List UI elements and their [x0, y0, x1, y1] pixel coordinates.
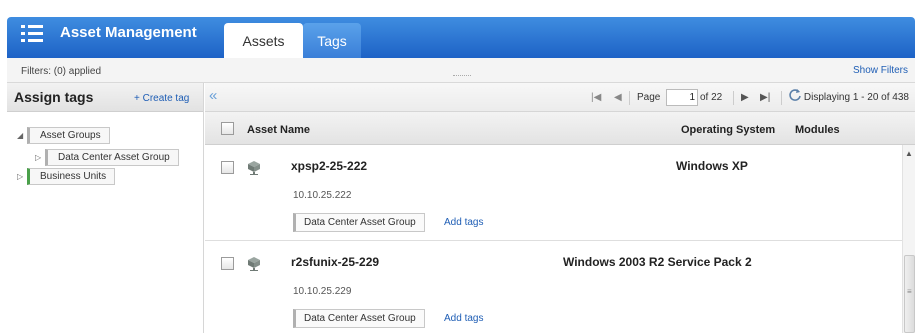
table-row[interactable]: r2sfunix-25-229 Windows 2003 R2 Service … — [205, 241, 902, 333]
asset-name[interactable]: r2sfunix-25-229 — [291, 255, 379, 269]
collapse-panel-icon[interactable]: « — [209, 87, 217, 104]
tab-assets[interactable]: Assets — [224, 23, 303, 58]
show-filters-link[interactable]: Show Filters — [853, 65, 908, 76]
assign-tags-panel: Assign tags + Create tag ◢ Asset Groups … — [7, 83, 204, 333]
host-icon — [248, 161, 260, 175]
page-label: Page — [637, 92, 661, 103]
filters-status: Filters: (0) applied — [21, 66, 102, 77]
column-modules[interactable]: Modules — [795, 124, 840, 136]
add-tags-link[interactable]: Add tags — [444, 313, 483, 324]
row-checkbox[interactable] — [221, 161, 234, 174]
tab-tags[interactable]: Tags — [303, 23, 361, 58]
tree-node-asset-groups[interactable]: ◢ Asset Groups — [17, 127, 110, 144]
assign-tags-title: Assign tags — [14, 89, 94, 105]
pager-separator — [629, 91, 630, 105]
filter-drag-handle[interactable] — [453, 75, 471, 77]
host-icon — [248, 257, 260, 271]
scroll-up-icon[interactable]: ▲ — [905, 149, 913, 158]
refresh-icon[interactable] — [788, 88, 802, 102]
tree-tag-business-units[interactable]: Business Units — [27, 168, 116, 185]
filter-bar: Filters: (0) applied Show Filters — [7, 58, 915, 83]
next-page-icon[interactable]: ▶ — [741, 92, 749, 103]
pager-separator — [733, 91, 734, 105]
page-count: of 22 — [700, 92, 723, 103]
add-tags-link[interactable]: Add tags — [444, 217, 483, 228]
asset-os: Windows XP — [676, 159, 748, 173]
asset-ip: 10.10.25.222 — [293, 190, 352, 201]
tree-tag-asset-groups[interactable]: Asset Groups — [27, 127, 110, 144]
expanded-triangle-icon[interactable]: ◢ — [17, 131, 27, 140]
pager-separator — [781, 91, 782, 105]
tree-tag-data-center[interactable]: Data Center Asset Group — [45, 149, 179, 166]
first-page-icon[interactable]: |◀ — [591, 92, 601, 103]
asset-grid: xpsp2-25-222 Windows XP 10.10.25.222 Dat… — [205, 145, 902, 333]
row-checkbox[interactable] — [221, 257, 234, 270]
tree-node-data-center[interactable]: ▷ Data Center Asset Group — [35, 149, 179, 166]
collapsed-triangle-icon[interactable]: ▷ — [35, 153, 45, 162]
asset-tag-chip[interactable]: Data Center Asset Group — [293, 213, 425, 232]
grid-header: Asset Name Operating System Modules — [205, 112, 915, 145]
app-header: Asset Management Assets Tags — [0, 0, 921, 58]
select-all-checkbox[interactable] — [221, 122, 234, 135]
page-number-input[interactable] — [666, 89, 698, 106]
asset-os: Windows 2003 R2 Service Pack 2 — [563, 255, 752, 269]
grip-icon: ≡ — [907, 287, 912, 296]
asset-ip: 10.10.25.229 — [293, 286, 352, 297]
vertical-scrollbar[interactable]: ▲ ≡ — [902, 145, 915, 333]
scroll-thumb[interactable]: ≡ — [904, 255, 915, 333]
create-tag-link[interactable]: + Create tag — [134, 93, 189, 104]
list-icon[interactable] — [21, 25, 43, 43]
collapsed-triangle-icon[interactable]: ▷ — [17, 172, 27, 181]
column-operating-system[interactable]: Operating System — [681, 124, 775, 136]
tree-node-business-units[interactable]: ▷ Business Units — [17, 168, 116, 185]
pager-toolbar: « |◀ ◀ Page of 22 ▶ ▶| Displaying 1 - 20… — [205, 83, 915, 112]
displaying-count: Displaying 1 - 20 of 438 — [803, 92, 909, 103]
table-row[interactable]: xpsp2-25-222 Windows XP 10.10.25.222 Dat… — [205, 145, 902, 241]
last-page-icon[interactable]: ▶| — [760, 92, 770, 103]
assign-tags-header: Assign tags + Create tag — [7, 83, 203, 112]
column-asset-name[interactable]: Asset Name — [247, 124, 310, 136]
app-title: Asset Management — [60, 24, 197, 41]
asset-tag-chip[interactable]: Data Center Asset Group — [293, 309, 425, 328]
asset-name[interactable]: xpsp2-25-222 — [291, 159, 367, 173]
prev-page-icon[interactable]: ◀ — [614, 92, 622, 103]
